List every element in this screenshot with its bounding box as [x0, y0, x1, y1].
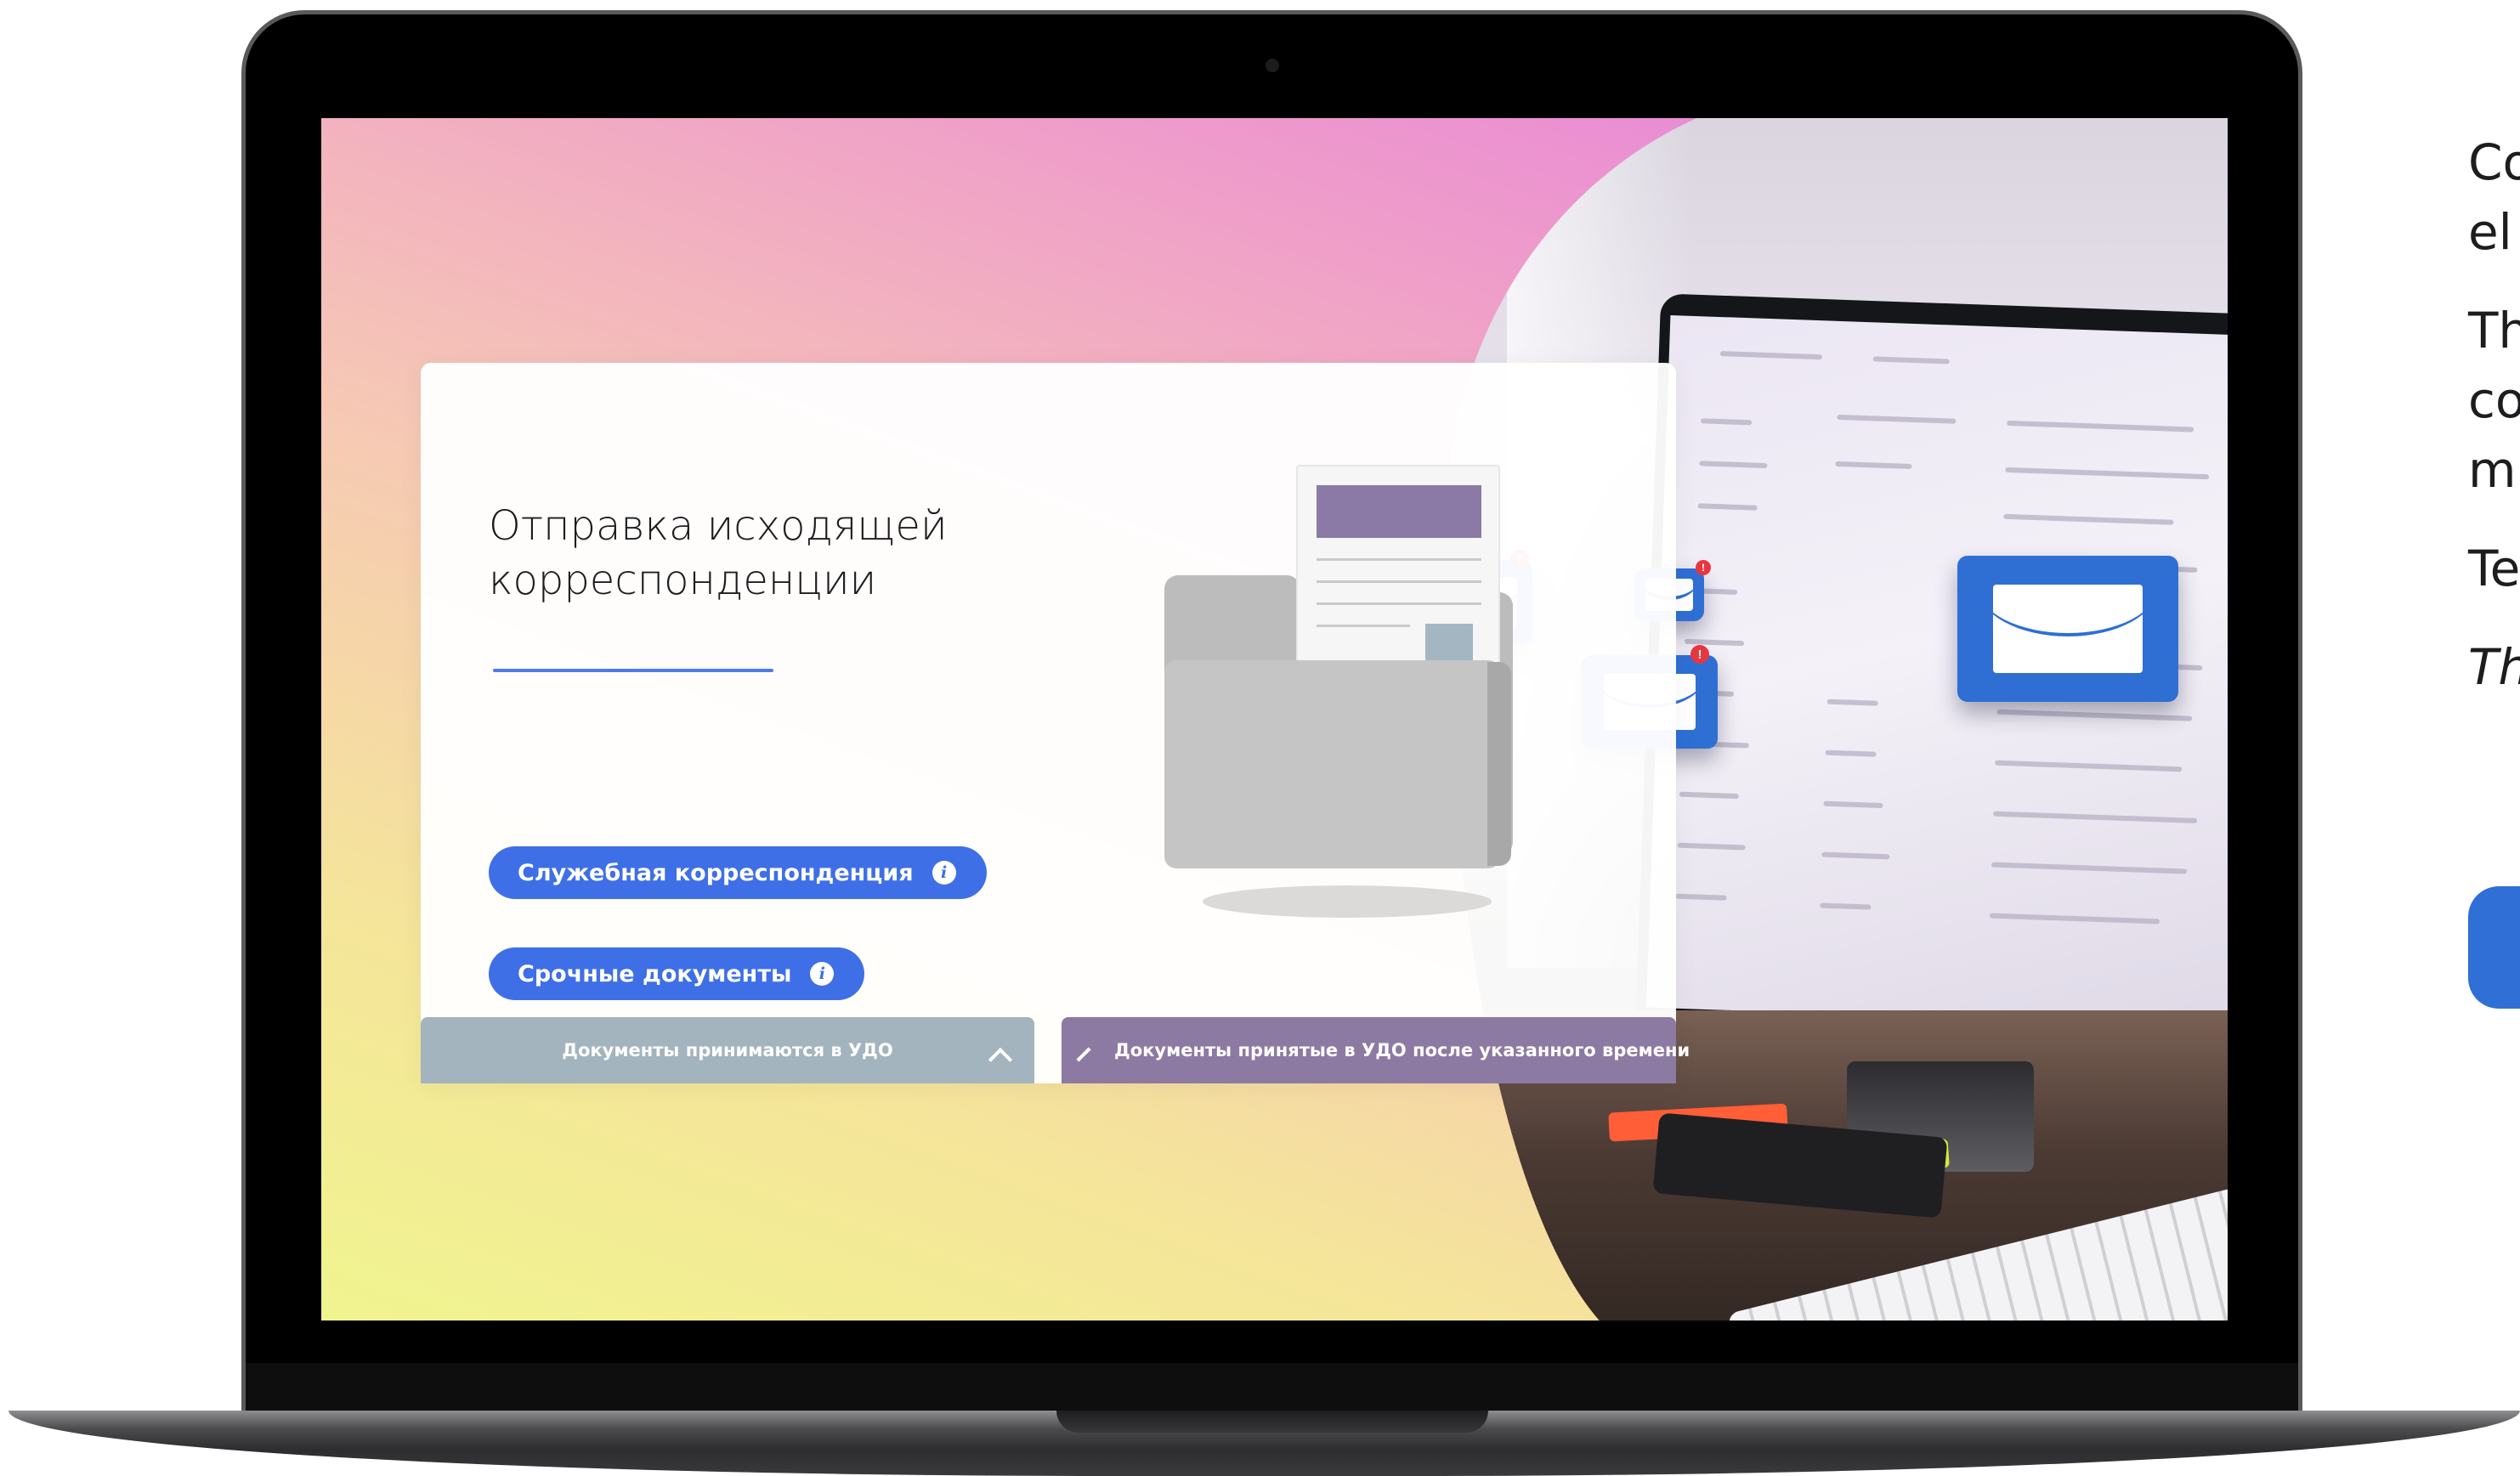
side-text-line: Co [2468, 133, 2520, 191]
envelope-icon [1957, 556, 2178, 702]
chevron-up-icon[interactable] [1076, 1047, 1091, 1062]
side-text-line: Te [2468, 540, 2520, 597]
official-correspondence-button[interactable]: Служебная корреспонденция i [489, 846, 987, 899]
accepted-documents-bar[interactable]: Документы принимаются в УДО [421, 1017, 1034, 1083]
title-divider [493, 669, 773, 672]
urgent-documents-button[interactable]: Срочные документы i [489, 947, 865, 1000]
folder-shadow [1203, 885, 1492, 918]
page-title: Отправка исходящей корреспонденции [489, 502, 948, 604]
side-text-line: el [2468, 203, 2512, 261]
folder-icon [1164, 660, 1500, 868]
camera-icon [1266, 59, 1279, 72]
laptop-screen: ! ! ! Отправка исходящей корреспонденции… [321, 118, 2228, 1320]
late-documents-bar[interactable]: Документы принятые в УДО после указанног… [1062, 1017, 1690, 1083]
info-icon[interactable]: i [932, 861, 956, 885]
side-text-line: Th [2468, 302, 2520, 359]
side-button[interactable] [2468, 886, 2520, 1009]
folder-edge [1487, 662, 1511, 866]
side-text: Co el Th co m Te Th [2468, 127, 2520, 702]
button-label: Служебная корреспонденция [518, 859, 914, 886]
laptop-notch [1056, 1411, 1488, 1433]
bar-label: Документы принятые в УДО после указанног… [1114, 1040, 1690, 1060]
side-text-line: Th [2468, 638, 2520, 696]
side-text-line: co [2468, 371, 2520, 429]
folder-illustration [1160, 465, 1534, 941]
chevron-up-icon[interactable] [988, 1047, 1013, 1072]
correspondence-card: Отправка исходящей корреспонденции Служе… [421, 363, 1690, 1083]
side-text-line: m [2468, 441, 2517, 499]
info-icon[interactable]: i [810, 962, 835, 986]
laptop-bezel [246, 1363, 2298, 1412]
bar-label: Документы принимаются в УДО [562, 1040, 893, 1060]
button-label: Срочные документы [518, 960, 792, 987]
